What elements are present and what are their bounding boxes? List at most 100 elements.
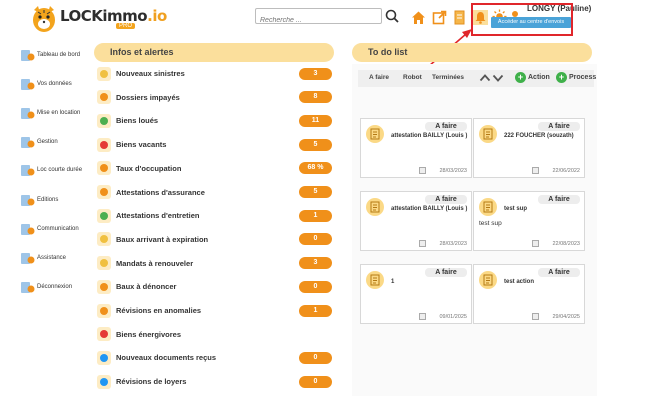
alert-label: Taux d'occupation [116, 163, 182, 173]
house-vacant-icon [96, 137, 112, 153]
alert-label: Dossiers impayés [116, 92, 180, 102]
calendar-icon [419, 313, 426, 320]
plus-icon: + [556, 72, 567, 83]
app-logo[interactable]: LOCKimmo.io PRO [30, 4, 167, 36]
task-icon [479, 198, 497, 216]
search-icon[interactable] [384, 8, 400, 24]
tiger-mascot-icon [33, 6, 55, 32]
alert-count-badge[interactable]: 0 [299, 351, 332, 364]
external-link-icon[interactable] [432, 10, 447, 25]
sidebar-item-1[interactable]: Tableau de bord [20, 48, 80, 62]
sidebar-item-2[interactable]: Vos données [20, 77, 72, 91]
chevron-down-icon[interactable] [492, 72, 504, 84]
rent-revision-icon [96, 374, 112, 390]
search-input[interactable] [256, 13, 381, 28]
alert-row[interactable]: Mandats à renouveler 3 [96, 254, 332, 273]
alert-count-badge[interactable]: 5 [299, 186, 332, 198]
sidebar-item-9[interactable]: Déconnexion [20, 280, 72, 294]
card-status-badge: A faire [538, 195, 580, 204]
alert-row[interactable]: Baux à dénoncer 0 [96, 277, 332, 296]
add-action-button[interactable]: + Action [515, 72, 550, 83]
tab-terminees[interactable]: Terminées [432, 74, 464, 81]
alert-label: Nouveaux documents reçus [116, 353, 217, 363]
sidebar-item-7[interactable]: Communication [20, 222, 79, 236]
alert-count-badge[interactable]: 0 [299, 233, 332, 246]
sidebar-item-8[interactable]: Assistance [20, 251, 66, 265]
alert-row[interactable]: Taux d'occupation 68 % [96, 159, 332, 178]
card-status-badge: A faire [425, 268, 467, 277]
folder-icon [21, 136, 35, 148]
plus-icon: + [515, 72, 526, 83]
alert-label: Biens vacants [116, 140, 167, 150]
tab-robot[interactable]: Robot [403, 74, 422, 81]
alert-row[interactable]: Révisions en anomalies 1 [96, 301, 332, 320]
alert-row[interactable]: Attestations d'entretien 1 [96, 206, 332, 225]
energy-icon [96, 326, 112, 342]
task-icon [366, 271, 384, 289]
logout-icon [21, 281, 35, 293]
card-title: test action [504, 279, 535, 285]
calendar-icon [419, 240, 426, 247]
print-icon [21, 194, 35, 206]
alert-label: Révisions de loyers [116, 377, 187, 387]
home-icon[interactable] [411, 10, 426, 25]
sidebar-item-label: Communication [37, 226, 79, 232]
alert-count-badge[interactable]: 3 [299, 257, 332, 270]
alert-count-badge[interactable]: 0 [299, 280, 332, 293]
todo-card[interactable]: A faire test sup test sup 22/08/2023 [473, 191, 585, 251]
alert-label: Nouveaux sinistres [116, 69, 185, 78]
alert-row[interactable]: Biens vacants 5 [96, 135, 332, 154]
card-date: 28/03/2023 [439, 241, 467, 247]
alert-row[interactable]: Révisions de loyers 0 [96, 372, 332, 391]
sidebar-item-6[interactable]: Editions [20, 193, 58, 207]
card-description: test sup [479, 220, 502, 227]
insurance-icon [96, 184, 112, 200]
tab-a-faire[interactable]: A faire [369, 74, 389, 81]
sidebar-item-label: Déconnexion [37, 284, 73, 290]
card-date: 09/01/2025 [439, 314, 467, 320]
lease-terminate-icon [96, 279, 112, 295]
calendar-icon [532, 167, 539, 174]
alert-row[interactable]: Baux arrivant à expiration 0 [96, 230, 332, 249]
highlight-box [471, 3, 573, 36]
brand-name: LOCKimmo.io [60, 7, 167, 25]
sidebar-item-label: Assistance [37, 255, 67, 261]
alert-count-badge[interactable]: 11 [299, 114, 332, 127]
alert-count-badge[interactable]: 5 [299, 138, 332, 151]
todo-card[interactable]: A faire attestation BAILLY (Louis ) 28/03/… [360, 118, 472, 178]
alert-row[interactable]: Biens loués 11 [96, 111, 332, 130]
chevron-up-icon[interactable] [479, 72, 491, 84]
alert-count-badge[interactable]: 68 % [299, 162, 332, 175]
sidebar-item-4[interactable]: Gestion [20, 135, 58, 149]
maintenance-icon [96, 208, 112, 224]
alert-count-badge[interactable]: 3 [299, 67, 332, 80]
todo-card[interactable]: A faire 1 09/01/2025 [360, 264, 472, 324]
alert-count-badge[interactable]: 1 [299, 304, 332, 317]
sidebar-item-3[interactable]: Mise en location [20, 106, 80, 120]
calendar-icon [532, 313, 539, 320]
card-status-badge: A faire [425, 195, 467, 204]
todo-card[interactable]: A faire attestation BAILLY (Louis ) 28/03/… [360, 191, 472, 251]
sidebar-item-label: Loc courte durée [37, 167, 83, 173]
alert-row[interactable]: Nouveaux documents reçus 0 [96, 348, 332, 367]
card-status-badge: A faire [538, 268, 580, 277]
alert-count-badge[interactable]: 8 [299, 91, 332, 104]
alert-row[interactable]: Biens énergivores [96, 325, 332, 344]
chart-icon [96, 160, 112, 176]
alert-label: Baux arrivant à expiration [116, 234, 209, 244]
alert-count-badge[interactable]: 0 [299, 375, 332, 388]
document-icon[interactable] [452, 10, 467, 25]
sidebar-item-5[interactable]: Loc courte durée [20, 163, 82, 177]
alert-row[interactable]: Dossiers impayés 8 [96, 88, 332, 107]
todo-card[interactable]: A faire 222 FOUCHER (souzath) 22/06/2022 [473, 118, 585, 178]
alert-row[interactable]: Nouveaux sinistres 3 [96, 64, 332, 83]
alert-label: Attestations d'assurance [116, 187, 205, 197]
sidebar-item-label: Mise en location [37, 110, 81, 116]
todo-panel-header: To do list [352, 43, 592, 62]
todo-tabs: A faire Robot Terminées + Action + Proce… [358, 70, 596, 87]
alert-count-badge[interactable]: 1 [299, 209, 332, 222]
add-process-button[interactable]: + Process [556, 72, 596, 83]
todo-card[interactable]: A faire test action 29/04/2025 [473, 264, 585, 324]
card-title: 222 FOUCHER (souzath) [504, 133, 574, 139]
alert-row[interactable]: Attestations d'assurance 5 [96, 183, 332, 202]
